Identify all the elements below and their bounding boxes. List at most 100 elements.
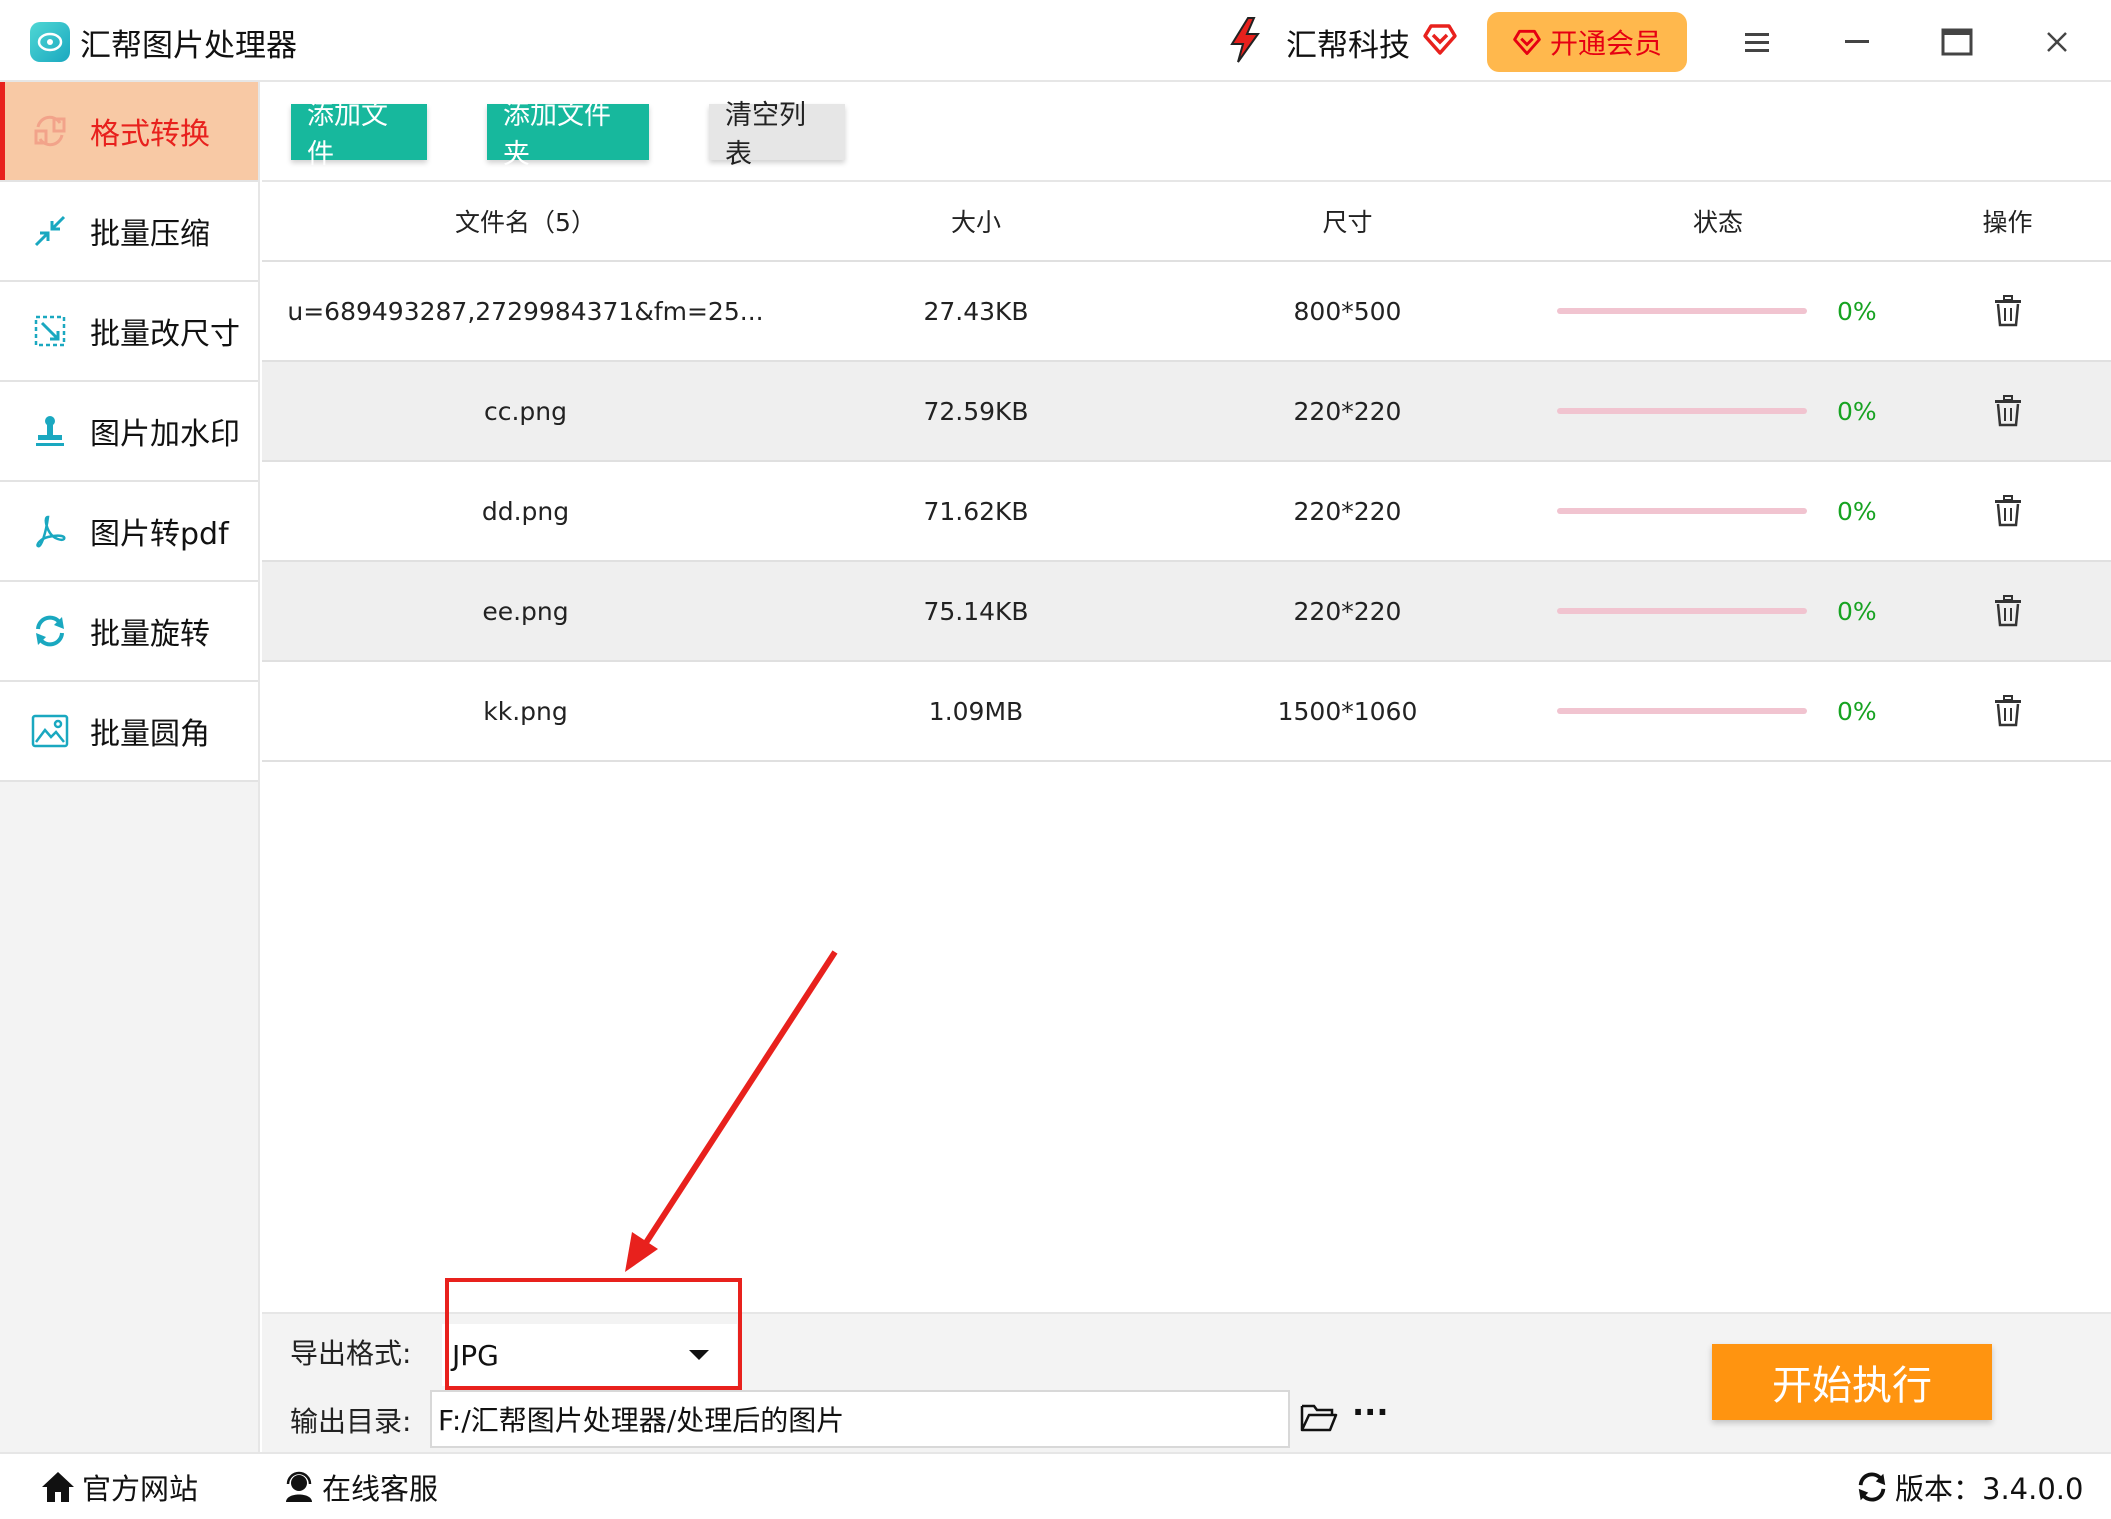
format-label: 导出格式:: [290, 1337, 412, 1370]
progress-bar: [1557, 508, 1807, 514]
brand-name: 汇帮科技: [1286, 28, 1410, 64]
file-name: dd.png: [481, 496, 570, 526]
minimize-button[interactable]: [1835, 20, 1879, 64]
start-button[interactable]: 开始执行: [1712, 1344, 1992, 1420]
annotation-arrow-shaft: [635, 950, 838, 1257]
vip-button[interactable]: 开通会员: [1487, 12, 1687, 72]
official-website-label: 官方网站: [82, 1472, 199, 1506]
table-row[interactable]: u=689493287,2729984371&fm=25... 27.43KB …: [262, 262, 2111, 362]
file-name: kk.png: [483, 696, 568, 726]
version-info[interactable]: 版本：3.4.0.0: [1855, 1466, 2083, 1508]
progress-percent: 0%: [1837, 696, 1877, 726]
app-title: 汇帮图片处理器: [80, 28, 297, 64]
menu-button[interactable]: [1735, 20, 1779, 64]
table-row[interactable]: ee.png 75.14KB 220*220 0%: [262, 562, 2111, 662]
watermark-icon: [30, 411, 70, 451]
sidebar-item-label: 图片加水印: [90, 417, 240, 452]
format-value: JPG: [452, 1338, 499, 1372]
progress-bar: [1557, 608, 1807, 614]
maximize-icon: [1941, 28, 1973, 56]
trash-icon[interactable]: [1993, 695, 2023, 727]
vip-label: 开通会员: [1549, 27, 1662, 60]
outdir-input[interactable]: [430, 1390, 1290, 1448]
add-folder-button[interactable]: 添加文件夹: [487, 100, 649, 170]
progress-percent: 0%: [1837, 496, 1877, 526]
pdf-icon: [30, 511, 70, 551]
sidebar-item-label: 批量圆角: [90, 717, 210, 752]
minimize-icon: [1845, 40, 1869, 43]
app-logo-icon: [30, 22, 70, 62]
sidebar-item-rounded-corner[interactable]: 批量圆角: [0, 682, 258, 782]
format-convert-icon: [30, 111, 70, 151]
version-label: 版本：3.4.0.0: [1895, 1472, 2084, 1506]
clear-list-button[interactable]: 清空列表: [709, 100, 845, 170]
trash-icon[interactable]: [1993, 495, 2023, 527]
table-header: 文件名（5） 大小 尺寸 状态 操作: [262, 182, 2111, 262]
close-icon: [2047, 32, 2067, 52]
sidebar-item-format-convert[interactable]: 格式转换: [0, 82, 258, 182]
more-options-icon[interactable]: ···: [1352, 1396, 1392, 1430]
menu-icon: [1745, 33, 1769, 52]
sidebar-item-to-pdf[interactable]: 图片转pdf: [0, 482, 258, 582]
file-dimension: 220*220: [1293, 396, 1402, 426]
file-size: 27.43KB: [923, 296, 1029, 326]
sidebar-item-label: 批量旋转: [90, 617, 210, 652]
table-row[interactable]: dd.png 71.62KB 220*220 0%: [262, 462, 2111, 562]
file-size: 1.09MB: [928, 696, 1024, 726]
row-actions: [1904, 295, 2111, 327]
sidebar-item-rotate[interactable]: 批量旋转: [0, 582, 258, 682]
online-support-label: 在线客服: [322, 1472, 439, 1506]
file-dimension: 800*500: [1293, 296, 1402, 326]
sidebar-item-label: 图片转pdf: [90, 517, 229, 552]
footer: 官方网站 在线客服 版本：3.4.0.0: [0, 1452, 2111, 1519]
chevron-down-icon: [689, 1350, 709, 1360]
add-file-button[interactable]: 添加文件: [291, 100, 427, 170]
progress-bar: [1557, 408, 1807, 414]
settings-panel: 导出格式: JPG 输出目录: ··· 开始执行: [262, 1278, 2111, 1452]
format-select[interactable]: JPG: [442, 1324, 737, 1386]
sidebar-item-label: 批量改尺寸: [90, 317, 240, 352]
trash-icon[interactable]: [1993, 595, 2023, 627]
file-table: 文件名（5） 大小 尺寸 状态 操作 u=689493287,272998437…: [262, 182, 2111, 762]
maximize-button[interactable]: [1935, 20, 1979, 64]
file-dimension: 1500*1060: [1277, 696, 1418, 726]
file-status: 0%: [1532, 397, 1904, 426]
progress-bar: [1557, 308, 1807, 314]
annotation-arrow-head: [625, 1232, 658, 1272]
table-row[interactable]: cc.png 72.59KB 220*220 0%: [262, 362, 2111, 462]
sidebar: 格式转换 批量压缩 批量改尺寸 图片加水印 图片转pdf 批量旋转 批量圆角: [0, 82, 260, 1452]
header-size: 大小: [950, 208, 1001, 237]
sidebar-item-resize[interactable]: 批量改尺寸: [0, 282, 258, 382]
file-status: 0%: [1532, 497, 1904, 526]
title-bar: 汇帮图片处理器 汇帮科技 开通会员: [0, 0, 2111, 82]
trash-icon[interactable]: [1993, 295, 2023, 327]
row-actions: [1904, 395, 2111, 427]
file-name: ee.png: [482, 596, 569, 626]
row-actions: [1904, 695, 2111, 727]
rounded-corner-icon: [30, 711, 70, 751]
brand-lightning-icon: [1228, 16, 1262, 64]
header-dimension: 尺寸: [1322, 208, 1373, 237]
home-icon: [42, 1472, 74, 1502]
trash-icon[interactable]: [1993, 395, 2023, 427]
file-status: 0%: [1532, 597, 1904, 626]
file-status: 0%: [1532, 297, 1904, 326]
official-website-link[interactable]: 官方网站: [40, 1466, 198, 1508]
toolbar: 添加文件 添加文件夹 清空列表: [262, 82, 2111, 182]
outdir-label: 输出目录:: [290, 1405, 412, 1438]
close-button[interactable]: [2035, 20, 2079, 64]
folder-open-icon[interactable]: [1300, 1400, 1338, 1434]
sidebar-item-watermark[interactable]: 图片加水印: [0, 382, 258, 482]
heart-icon: [1422, 22, 1458, 56]
sidebar-item-label: 格式转换: [90, 117, 210, 152]
sidebar-item-label: 批量压缩: [90, 217, 210, 252]
row-actions: [1904, 495, 2111, 527]
file-size: 71.62KB: [923, 496, 1029, 526]
sidebar-item-compress[interactable]: 批量压缩: [0, 182, 258, 282]
online-support-link[interactable]: 在线客服: [282, 1466, 438, 1508]
table-row[interactable]: kk.png 1.09MB 1500*1060 0%: [262, 662, 2111, 762]
row-actions: [1904, 595, 2111, 627]
progress-percent: 0%: [1837, 296, 1877, 326]
compress-icon: [30, 211, 70, 251]
file-name: cc.png: [483, 396, 568, 426]
